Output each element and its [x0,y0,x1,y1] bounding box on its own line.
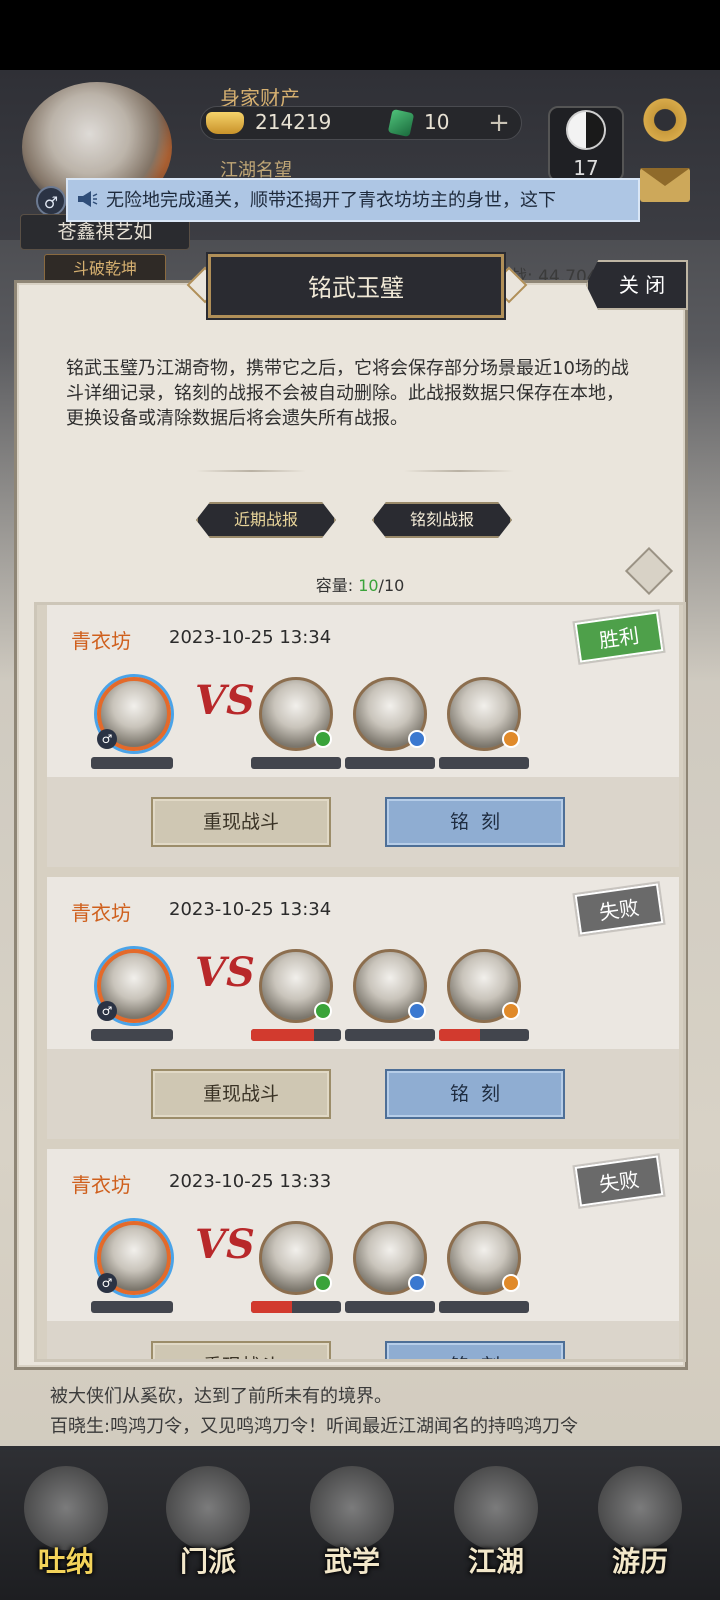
enemy-hp-bar [439,1029,529,1041]
martial-book-icon [310,1466,394,1550]
element-badge-icon [408,1002,426,1020]
nav-martial-arts[interactable]: 武学 [296,1456,408,1594]
enemy-portrait [447,949,521,1023]
nav-label: 门派 [179,1545,236,1578]
engrave-button[interactable]: 铭刻 [385,797,565,847]
player-portrait: ♂ [97,677,171,751]
nav-label: 江湖 [467,1545,524,1578]
gender-male-icon: ♂ [36,186,66,216]
enemy-hp-bar [439,757,529,769]
enemy-portrait [259,949,333,1023]
element-badge-icon [408,730,426,748]
capacity-total: /10 [378,576,405,595]
battle-card: 青衣坊 2023-10-25 13:34 失败 ♂ VS 重现战斗 铭刻 [47,877,679,1139]
battle-location: 青衣坊 [71,629,131,653]
capacity-indicator: 容量: 10/10 [0,572,720,596]
meditation-icon [24,1466,108,1550]
dialog-title: 铭武玉璧 [308,274,404,302]
enemy-portrait [259,677,333,751]
replay-battle-button[interactable]: 重现战斗 [151,797,331,847]
nav-label: 武学 [323,1545,380,1578]
enemy-hp-bar [345,1301,435,1313]
player-hp-bar [91,1029,173,1041]
player-hp-bar [91,757,173,769]
nav-jianghu[interactable]: 江湖 [440,1456,552,1594]
taiji-icon [566,110,606,150]
event-log: 被大侠们从奚砍，达到了前所未有的境界。 百晓生:鸣鸿刀令，又见鸣鸿刀令！听闻最近… [20,1382,700,1446]
status-bar [0,0,720,70]
add-currency-button[interactable]: + [484,109,514,139]
notice-text: 无险地完成通关，顺带还揭开了青衣坊坊主的身世，这下 [106,190,556,211]
element-badge-icon [502,1002,520,1020]
enemy-hp-bar [251,1301,341,1313]
gear-icon[interactable] [640,95,690,145]
battle-card: 青衣坊2023-10-25 13:33失败♂VS重现战斗铭刻 [47,1149,679,1359]
gold-amount: 214219 [255,110,332,134]
battle-card: 青衣坊 2023-10-25 13:34 胜利 ♂ VS 重现战斗 铭刻 [47,605,679,867]
enemy-hp-bar [251,1029,341,1041]
gold-ingot-icon [206,112,244,134]
enemy-hp-bar [345,757,435,769]
dialog-description: 铭武玉璧乃江湖奇物，携带它之后，它将会保存部分场景最近10场的战斗详细记录，铭刻… [66,358,629,429]
jade-amount: 10 [424,110,450,134]
gender-male-icon: ♂ [97,1273,117,1293]
player-hp-bar [91,1301,173,1313]
nav-sect[interactable]: 门派 [152,1456,264,1594]
sect-icon [166,1466,250,1550]
travel-horse-icon [598,1466,682,1550]
player-portrait: ♂ [97,949,171,1023]
battle-time: 2023-10-25 13:34 [169,627,332,648]
player-portrait: ♂ [97,1221,171,1295]
log-line: 百晓生:鸣鸿刀令，又见鸣鸿刀令！听闻最近江湖闻名的持鸣鸿刀令 [50,1416,579,1437]
enemy-portrait [447,677,521,751]
vs-label: VS [195,1221,255,1268]
gender-male-icon: ♂ [97,1001,117,1021]
battle-time: 2023-10-25 13:33 [169,1171,332,1192]
battle-location: 青衣坊 [71,901,131,925]
battle-time: 2023-10-25 13:34 [169,899,332,920]
enemy-hp-bar [345,1029,435,1041]
enemy-hp-bar [251,757,341,769]
vs-label: VS [195,949,255,996]
enemy-portrait [447,1221,521,1295]
element-badge-icon [314,730,332,748]
engrave-button[interactable]: 铭刻 [385,1341,565,1359]
battle-location: 青衣坊 [71,1173,131,1197]
element-badge-icon [314,1002,332,1020]
tab-recent-reports[interactable]: 近期战报 [196,502,336,538]
speaker-icon [78,191,98,207]
nav-travel[interactable]: 游历 [584,1456,696,1594]
divider-ornament [404,470,514,472]
nav-label: 游历 [611,1545,668,1578]
enemy-portrait [259,1221,333,1295]
taiji-value: 17 [573,156,599,180]
battle-list[interactable]: 青衣坊 2023-10-25 13:34 胜利 ♂ VS 重现战斗 铭刻 青衣坊 2023-10… [34,602,686,1362]
capacity-used: 10 [358,576,379,595]
divider-ornament [196,470,306,472]
vs-label: VS [195,677,255,724]
tab-engraved-reports[interactable]: 铭刻战报 [372,502,512,538]
element-badge-icon [502,730,520,748]
nav-meditation[interactable]: 吐纳 [10,1456,122,1594]
engrave-button[interactable]: 铭刻 [385,1069,565,1119]
log-line: 被大侠们从奚砍，达到了前所未有的境界。 [50,1386,392,1407]
replay-battle-button[interactable]: 重现战斗 [151,1069,331,1119]
enemy-hp-bar [439,1301,529,1313]
element-badge-icon [408,1274,426,1292]
replay-battle-button[interactable]: 重现战斗 [151,1341,331,1359]
gender-male-icon: ♂ [97,729,117,749]
enemy-portrait [353,1221,427,1295]
element-badge-icon [314,1274,332,1292]
nav-label: 吐纳 [37,1545,94,1578]
close-button[interactable]: 关 闭 [586,260,688,310]
jianghu-icon [454,1466,538,1550]
capacity-label: 容量: [315,576,354,595]
enemy-portrait [353,677,427,751]
currency-box [200,106,522,140]
element-badge-icon [502,1274,520,1292]
mail-icon[interactable] [640,168,690,202]
enemy-portrait [353,949,427,1023]
